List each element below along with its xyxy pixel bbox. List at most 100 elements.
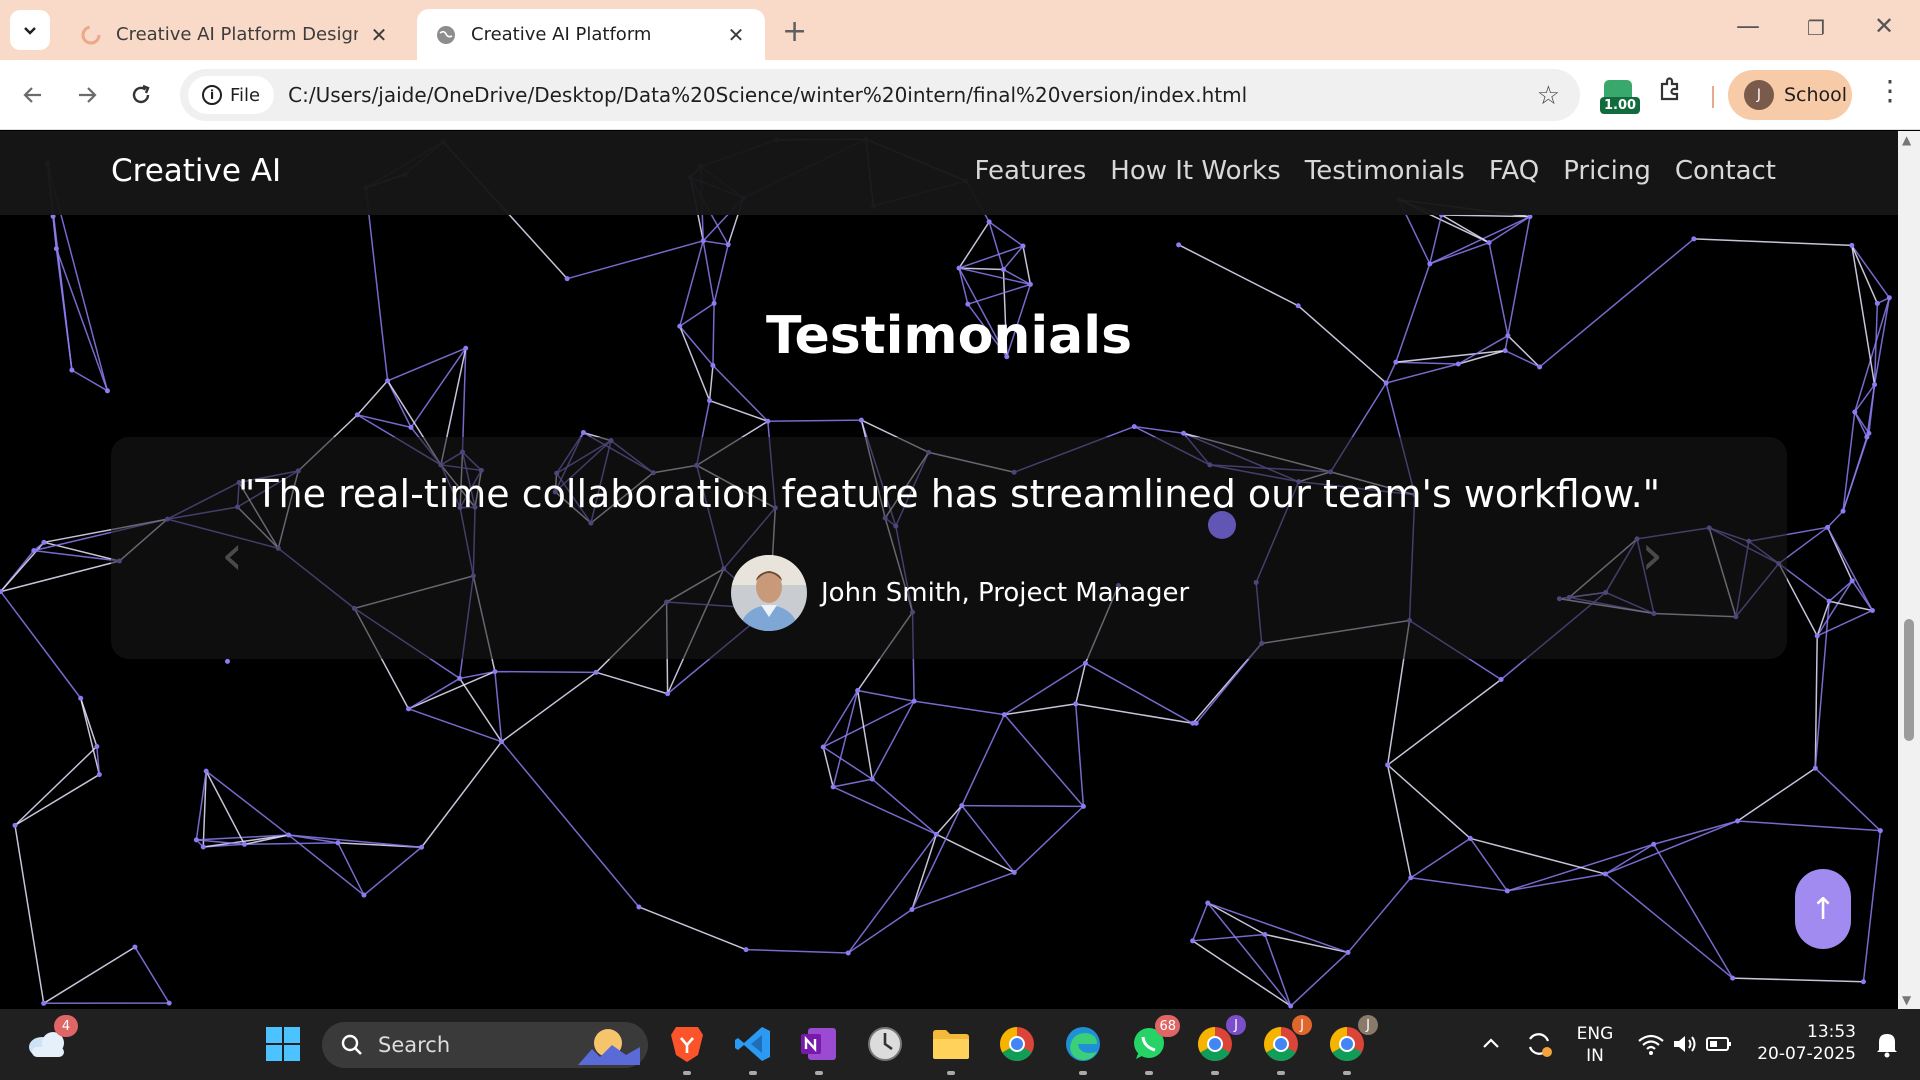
nav-link-how-it-works[interactable]: How It Works xyxy=(1110,156,1281,186)
clock-date: 20-07-2025 xyxy=(1757,1044,1856,1064)
taskbar-search[interactable]: Search xyxy=(322,1022,648,1068)
close-icon[interactable]: ✕ xyxy=(368,23,390,47)
extension-button[interactable]: 1.00 xyxy=(1600,80,1641,118)
network-line xyxy=(958,267,1031,286)
network-line xyxy=(408,670,496,710)
network-line xyxy=(1207,902,1349,954)
network-line xyxy=(1410,877,1508,892)
nav-link-contact[interactable]: Contact xyxy=(1675,156,1776,186)
close-icon[interactable]: ✕ xyxy=(725,23,747,47)
network-line xyxy=(709,399,769,422)
more-menu-icon[interactable]: ⋮ xyxy=(1876,74,1904,107)
network-node xyxy=(1345,949,1351,955)
clock-display[interactable]: 13:53 20-07-2025 xyxy=(1756,1021,1856,1065)
sync-tray-icon[interactable] xyxy=(1516,1021,1562,1067)
chrome-profile-app[interactable]: J xyxy=(1324,1015,1378,1075)
minimize-button[interactable]: — xyxy=(1728,12,1768,40)
tab-search-button[interactable] xyxy=(10,10,50,50)
nav-link-testimonials[interactable]: Testimonials xyxy=(1305,156,1465,186)
tab-title: Creative AI Platform Design - Gemini xyxy=(116,24,358,45)
address-bar[interactable]: i File C:/Users/jaide/OneDrive/Desktop/D… xyxy=(180,69,1580,121)
network-node xyxy=(909,907,915,913)
language-indicator[interactable]: ENG IN xyxy=(1572,1023,1618,1067)
back-to-top-button[interactable]: ↑ xyxy=(1795,869,1851,949)
network-line xyxy=(79,698,101,775)
network-node xyxy=(986,219,992,225)
scrollbar-thumb[interactable] xyxy=(1904,619,1914,741)
tray-overflow-button[interactable] xyxy=(1468,1021,1514,1067)
profile-button[interactable]: J School xyxy=(1728,70,1852,120)
network-line xyxy=(936,833,1015,874)
network-line xyxy=(408,708,502,743)
network-line xyxy=(1851,245,1879,304)
file-explorer-app[interactable] xyxy=(928,1021,974,1075)
site-brand[interactable]: Creative AI xyxy=(111,153,281,189)
network-line xyxy=(1826,526,1874,611)
language-code: ENG xyxy=(1576,1024,1614,1044)
start-button[interactable] xyxy=(260,1021,306,1067)
running-indicator xyxy=(1211,1071,1219,1075)
network-node xyxy=(78,695,84,701)
network-node xyxy=(286,832,292,838)
onenote-app[interactable] xyxy=(796,1021,842,1075)
restore-button[interactable]: ❐ xyxy=(1796,16,1836,40)
running-indicator xyxy=(815,1071,823,1075)
nav-link-features[interactable]: Features xyxy=(974,156,1086,186)
network-node xyxy=(104,388,110,394)
network-node xyxy=(765,418,771,424)
network-node xyxy=(1504,888,1510,894)
vscode-app[interactable] xyxy=(730,1021,776,1075)
network-node xyxy=(1825,524,1831,530)
network-node xyxy=(53,246,59,252)
new-tab-button[interactable]: + xyxy=(782,14,807,49)
page-scrollbar[interactable]: ▲ ▼ xyxy=(1898,131,1920,1009)
network-node xyxy=(1383,380,1389,386)
next-testimonial-button[interactable]: › xyxy=(1641,523,1663,588)
network-line xyxy=(1693,238,1852,247)
clock-app[interactable] xyxy=(862,1021,908,1067)
network-line xyxy=(961,714,1006,806)
network-node xyxy=(743,947,749,953)
reload-button[interactable] xyxy=(124,78,158,112)
network-line xyxy=(205,770,290,836)
scroll-up-icon[interactable]: ▲ xyxy=(1902,133,1911,147)
notifications-button[interactable] xyxy=(1864,1021,1910,1067)
edge-app[interactable] xyxy=(1060,1021,1106,1075)
running-indicator xyxy=(683,1071,691,1075)
network-line xyxy=(205,770,246,845)
tab-gemini[interactable]: Creative AI Platform Design - Gemini ✕ xyxy=(62,9,408,60)
network-line xyxy=(1004,703,1076,716)
chrome-app[interactable] xyxy=(994,1021,1040,1067)
whatsapp-app[interactable]: 68 xyxy=(1126,1015,1180,1075)
loading-spinner-icon xyxy=(81,25,101,44)
brave-app[interactable] xyxy=(664,1021,710,1075)
tab-creative-ai[interactable]: Creative AI Platform ✕ xyxy=(417,9,765,60)
nav-link-pricing[interactable]: Pricing xyxy=(1563,156,1651,186)
testimonial-card: "The real-time collaboration feature has… xyxy=(111,437,1787,659)
scroll-down-icon[interactable]: ▼ xyxy=(1902,993,1911,1007)
network-line xyxy=(1827,510,1844,528)
browser-toolbar: i File C:/Users/jaide/OneDrive/Desktop/D… xyxy=(0,60,1920,130)
network-volume-battery[interactable] xyxy=(1630,1021,1740,1067)
network-line xyxy=(43,946,136,1004)
weather-widget[interactable]: 4 xyxy=(24,1015,78,1067)
back-button[interactable] xyxy=(16,78,50,112)
network-node xyxy=(1011,869,1017,875)
network-node xyxy=(1190,938,1196,944)
nav-link-faq[interactable]: FAQ xyxy=(1489,156,1539,186)
network-line xyxy=(1737,820,1881,832)
network-node xyxy=(820,744,826,750)
network-node xyxy=(335,840,341,846)
chrome-profile-app[interactable]: J xyxy=(1192,1015,1246,1075)
network-line xyxy=(856,690,873,780)
network-line xyxy=(1003,662,1086,716)
network-node xyxy=(1205,900,1211,906)
whatsapp-badge: 68 xyxy=(1155,1015,1180,1037)
close-window-button[interactable]: ✕ xyxy=(1864,12,1904,40)
site-info-chip[interactable]: i File xyxy=(188,76,275,114)
prev-testimonial-button[interactable]: ‹ xyxy=(221,523,243,588)
forward-button[interactable] xyxy=(70,78,104,112)
extensions-puzzle-icon[interactable] xyxy=(1657,76,1683,109)
bookmark-star-icon[interactable]: ☆ xyxy=(1537,81,1560,111)
chrome-profile-app[interactable]: J xyxy=(1258,1015,1312,1075)
